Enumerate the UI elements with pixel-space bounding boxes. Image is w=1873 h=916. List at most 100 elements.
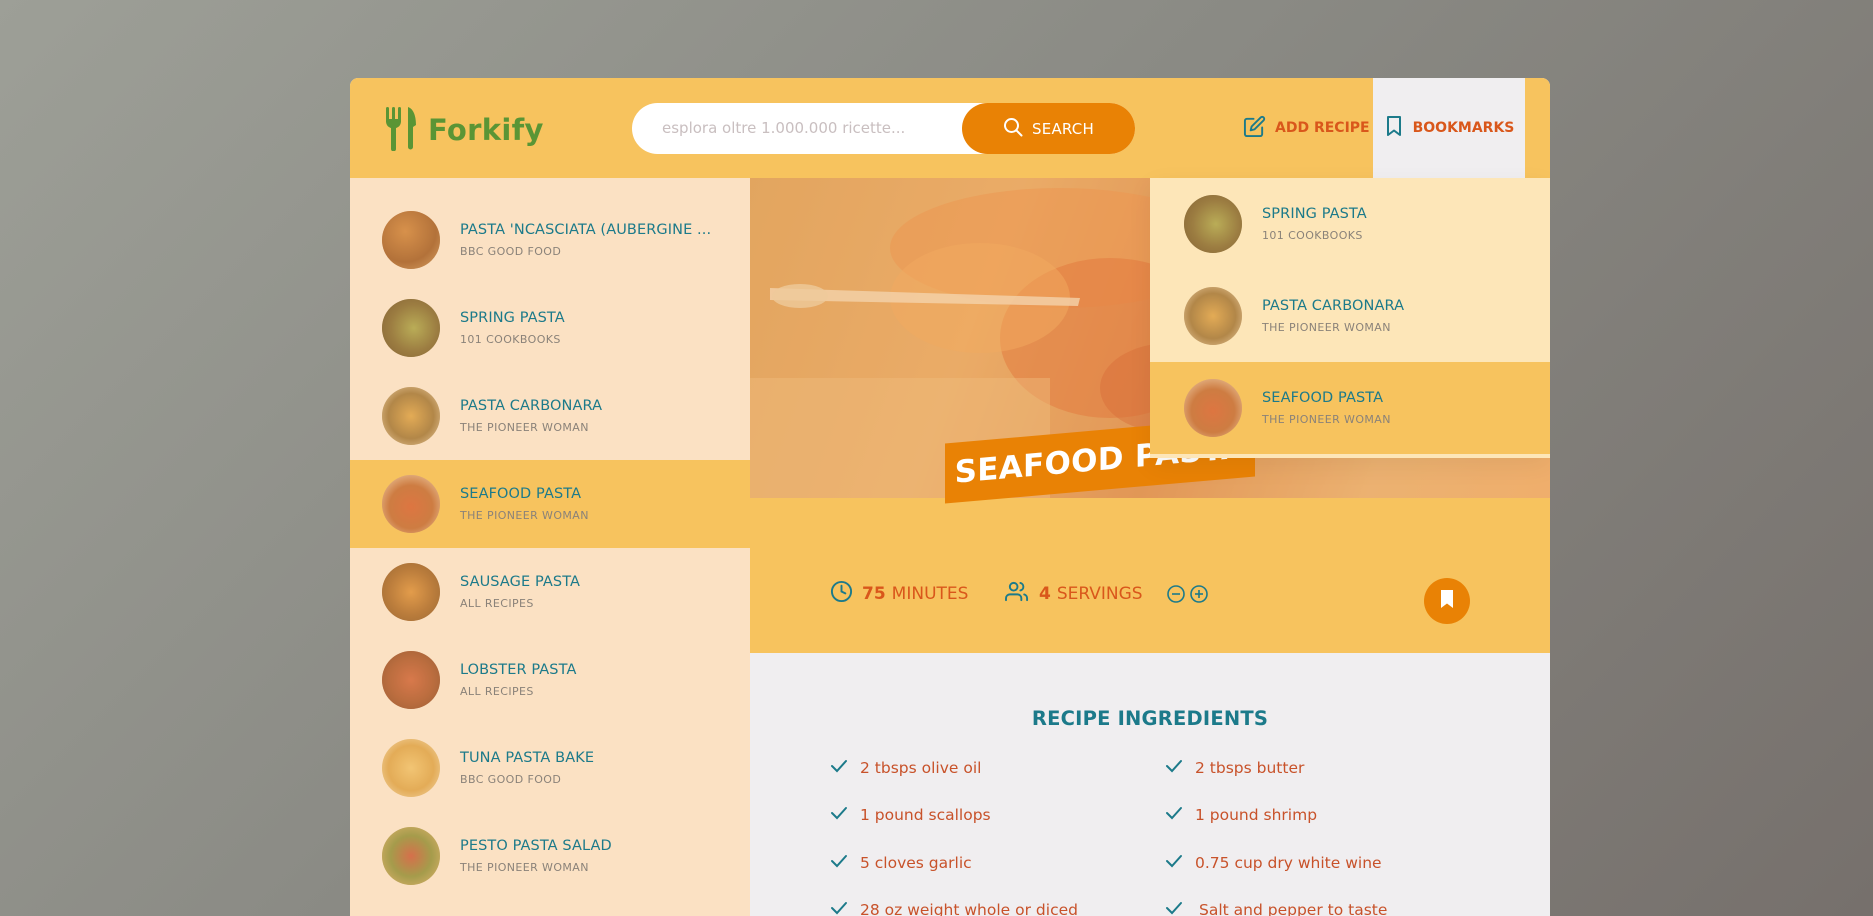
recipe-thumbnail — [382, 211, 440, 269]
search-button[interactable]: SEARCH — [962, 103, 1135, 154]
list-item[interactable]: PASTA 'NCASCIATA (AUBERGINE ... BBC GOOD… — [350, 196, 750, 284]
ingredient-text: 0.75 cup dry white wine — [1195, 854, 1382, 872]
ingredient-item: 2 tbsps olive oil — [830, 759, 981, 777]
ingredient-text: 28 oz weight whole or diced — [860, 901, 1078, 916]
ingredient-item: 0.75 cup dry white wine — [1165, 854, 1382, 872]
ingredient-item: 28 oz weight whole or diced — [830, 901, 1078, 916]
plus-circle-icon — [1189, 585, 1208, 603]
check-icon — [830, 854, 848, 872]
minutes-value: 75 — [862, 584, 886, 604]
users-icon — [1005, 580, 1030, 608]
result-publisher: ALL RECIPES — [460, 597, 534, 610]
recipe-thumbnail — [382, 475, 440, 533]
app-container: Forkify SEARCH ADD RECIPE — [350, 78, 1550, 916]
recipe-thumbnail — [382, 299, 440, 357]
ingredient-text: 2 tbsps butter — [1195, 759, 1305, 777]
search-input[interactable] — [662, 116, 962, 140]
check-icon — [1165, 901, 1183, 916]
add-recipe-label: ADD RECIPE — [1275, 120, 1370, 136]
result-publisher: THE PIONEER WOMAN — [460, 861, 589, 874]
recipe-thumbnail — [1184, 379, 1242, 437]
ingredient-text: 1 pound shrimp — [1195, 806, 1318, 824]
add-recipe-button[interactable]: ADD RECIPE — [1243, 78, 1370, 178]
bookmark-publisher: 101 COOKBOOKS — [1262, 229, 1363, 242]
result-publisher: BBC GOOD FOOD — [460, 245, 562, 258]
header: Forkify SEARCH ADD RECIPE — [350, 78, 1550, 178]
bookmark-filled-icon — [1438, 589, 1456, 613]
result-title: TUNA PASTA BAKE — [460, 750, 595, 766]
bookmark-recipe-button[interactable] — [1424, 578, 1470, 624]
bookmark-title: SPRING PASTA — [1262, 206, 1367, 222]
search-icon — [1003, 117, 1023, 141]
check-icon — [1165, 759, 1183, 777]
bookmark-icon — [1384, 115, 1404, 141]
recipe-details: 75 MINUTES 4 SERVINGS — [750, 498, 1550, 653]
list-item[interactable]: SAUSAGE PASTA ALL RECIPES — [350, 548, 750, 636]
search-button-label: SEARCH — [1032, 119, 1094, 138]
result-title: SAUSAGE PASTA — [460, 574, 581, 590]
ingredient-text: 5 cloves garlic — [860, 854, 972, 872]
search-form: SEARCH — [632, 103, 1135, 154]
ingredient-item: 5 cloves garlic — [830, 854, 972, 872]
list-item-active[interactable]: SEAFOOD PASTA THE PIONEER WOMAN — [350, 460, 750, 548]
edit-icon — [1243, 115, 1266, 142]
result-publisher: BBC GOOD FOOD — [460, 773, 562, 786]
bookmark-title: PASTA CARBONARA — [1262, 298, 1405, 314]
bookmark-title: SEAFOOD PASTA — [1262, 390, 1384, 406]
fork-knife-icon — [384, 105, 418, 155]
servings-value: 4 — [1039, 584, 1051, 604]
result-publisher: ALL RECIPES — [460, 685, 534, 698]
ingredient-text: 1 pound scallops — [860, 806, 991, 824]
check-icon — [830, 901, 848, 916]
list-item[interactable]: PASTA CARBONARA THE PIONEER WOMAN — [350, 372, 750, 460]
bookmarks-button[interactable]: BOOKMARKS — [1373, 78, 1525, 178]
decrease-servings-button[interactable] — [1166, 584, 1186, 604]
recipe-thumbnail — [382, 651, 440, 709]
clock-icon — [830, 580, 853, 608]
result-title: PASTA CARBONARA — [460, 398, 603, 414]
logo[interactable]: Forkify — [384, 105, 544, 155]
result-title: PASTA 'NCASCIATA (AUBERGINE ... — [460, 222, 712, 238]
result-title: PESTO PASTA SALAD — [460, 838, 612, 854]
minutes-label: MINUTES — [891, 584, 969, 604]
result-publisher: THE PIONEER WOMAN — [460, 421, 589, 434]
list-item[interactable]: SPRING PASTA 101 COOKBOOKS — [350, 284, 750, 372]
recipe-thumbnail — [382, 827, 440, 885]
recipe-ingredients: RECIPE INGREDIENTS 2 tbsps olive oil 2 t… — [750, 653, 1550, 916]
recipe-duration: 75 MINUTES — [830, 580, 968, 608]
result-publisher: 101 COOKBOOKS — [460, 333, 561, 346]
bookmarks-label: BOOKMARKS — [1412, 120, 1515, 136]
check-icon — [830, 806, 848, 824]
bookmarks-panel: SPRING PASTA 101 COOKBOOKS PASTA CARBONA… — [1150, 178, 1550, 458]
check-icon — [830, 759, 848, 777]
bookmark-item-active[interactable]: SEAFOOD PASTA THE PIONEER WOMAN — [1150, 362, 1550, 454]
logo-text: Forkify — [428, 113, 544, 147]
recipe-thumbnail — [382, 563, 440, 621]
ingredient-item: 1 pound shrimp — [1165, 806, 1317, 824]
result-title: LOBSTER PASTA — [460, 662, 577, 678]
ingredient-text: Salt and pepper to taste — [1199, 901, 1388, 916]
recipe-thumbnail — [1184, 195, 1242, 253]
increase-servings-button[interactable] — [1189, 584, 1209, 604]
check-icon — [1165, 806, 1183, 824]
bookmark-item[interactable]: PASTA CARBONARA THE PIONEER WOMAN — [1150, 270, 1550, 362]
ingredient-text: 2 tbsps olive oil — [860, 759, 982, 777]
result-publisher: THE PIONEER WOMAN — [460, 509, 589, 522]
servings-label: SERVINGS — [1056, 584, 1143, 604]
check-icon — [1165, 854, 1183, 872]
recipe-servings: 4 SERVINGS — [1005, 580, 1209, 608]
result-title: SEAFOOD PASTA — [460, 486, 582, 502]
ingredient-item: 1 pound scallops — [830, 806, 991, 824]
list-item[interactable]: TUNA PASTA BAKE BBC GOOD FOOD — [350, 724, 750, 812]
ingredient-item: Salt and pepper to taste — [1165, 901, 1387, 916]
ingredient-item: 2 tbsps butter — [1165, 759, 1304, 777]
bookmark-item[interactable]: SPRING PASTA 101 COOKBOOKS — [1150, 178, 1550, 270]
list-item[interactable]: PESTO PASTA SALAD THE PIONEER WOMAN — [350, 812, 750, 900]
recipe-thumbnail — [1184, 287, 1242, 345]
ingredients-heading: RECIPE INGREDIENTS — [1031, 707, 1269, 730]
list-item[interactable]: LOBSTER PASTA ALL RECIPES — [350, 636, 750, 724]
bookmark-publisher: THE PIONEER WOMAN — [1262, 413, 1391, 426]
bookmark-publisher: THE PIONEER WOMAN — [1262, 321, 1391, 334]
minus-circle-icon — [1166, 585, 1185, 603]
result-title: SPRING PASTA — [460, 310, 565, 326]
